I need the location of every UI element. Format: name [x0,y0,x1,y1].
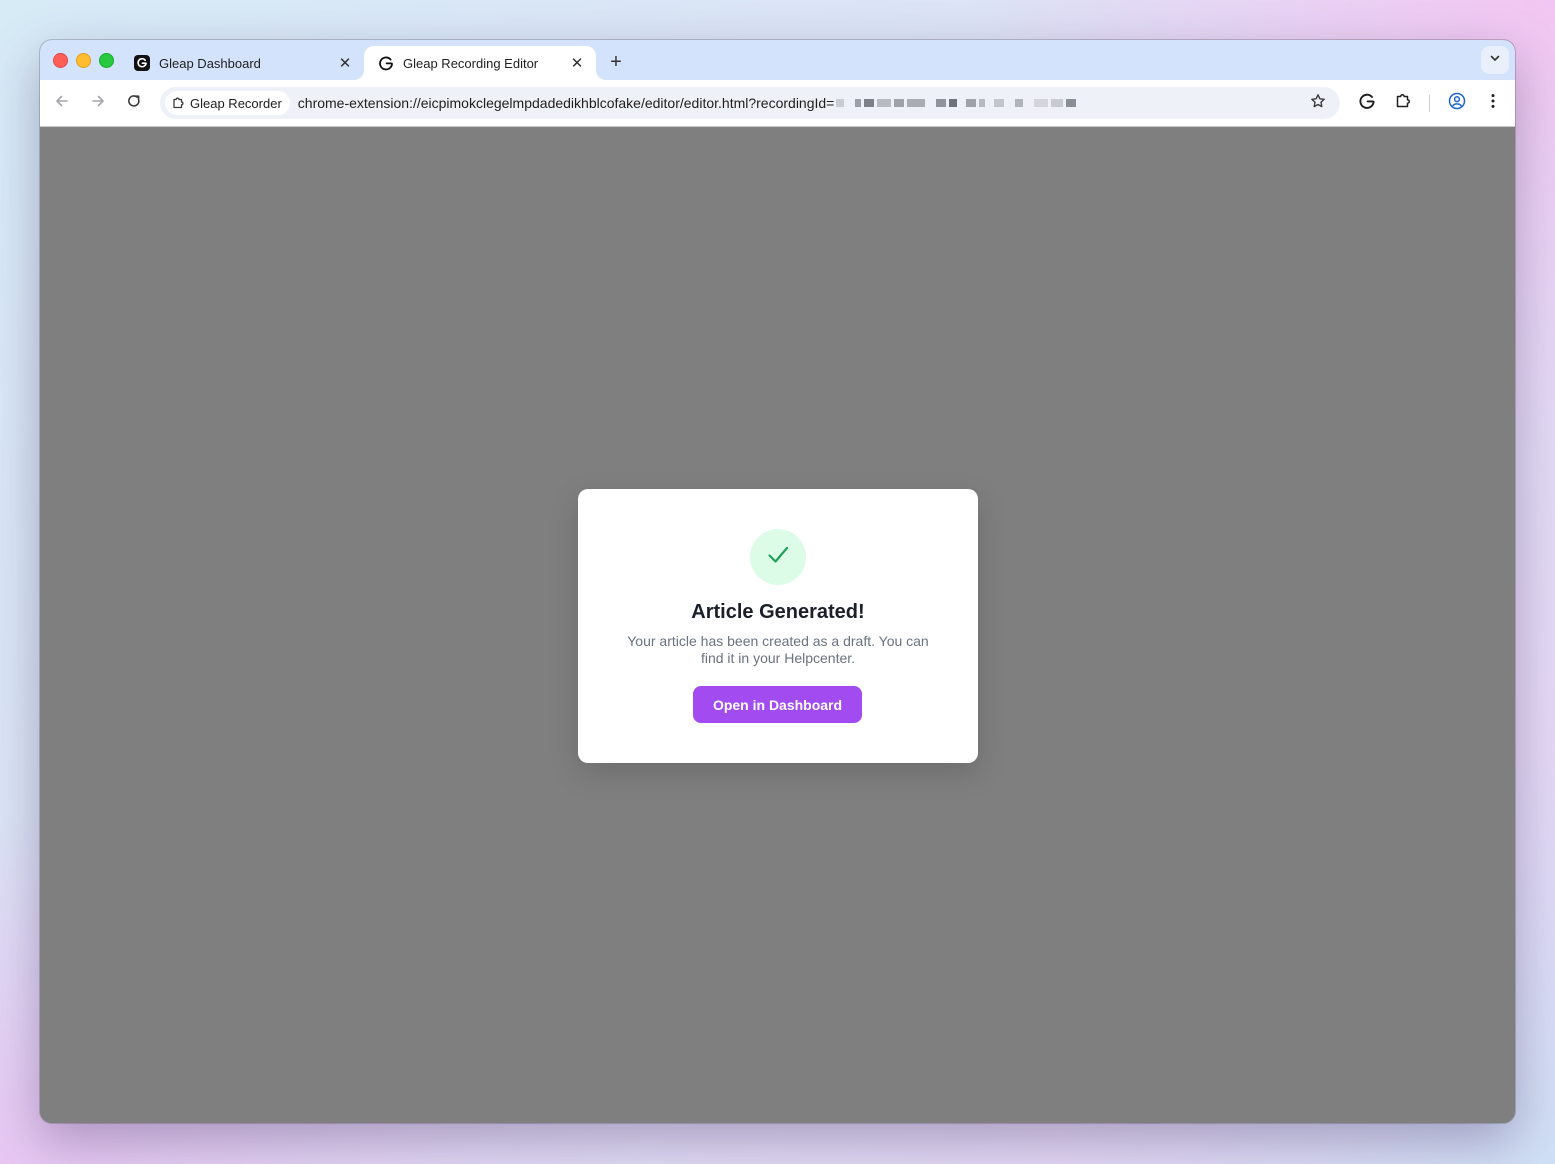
browser-window: Gleap Dashboard ✕ Gleap Recording Editor… [40,40,1515,1123]
arrow-left-icon [54,93,70,114]
success-dialog: Article Generated! Your article has been… [578,489,978,763]
more-vertical-icon [1484,92,1502,115]
star-icon [1310,93,1326,114]
toolbar-separator [1429,95,1430,112]
url-text: chrome-extension://eicpimokclegelmpdaded… [298,95,1077,111]
reload-button[interactable] [120,89,148,117]
page-overlay: Article Generated! Your article has been… [40,127,1515,1123]
bookmark-button[interactable] [1308,93,1328,113]
close-window-button[interactable] [53,53,68,68]
extensions-button[interactable] [1392,92,1414,114]
puzzle-icon [1394,92,1412,115]
close-tab-icon[interactable]: ✕ [568,54,586,72]
forward-button[interactable] [84,89,112,117]
minimize-window-button[interactable] [76,53,91,68]
reload-icon [126,93,142,114]
extension-chip[interactable]: Gleap Recorder [165,91,290,115]
puzzle-icon [171,96,185,110]
gleap-outline-logo-icon [378,55,394,71]
dialog-description: Your article has been created as a draft… [627,633,929,666]
dialog-title: Article Generated! [691,601,865,623]
success-badge [750,529,806,585]
tab-title: Gleap Dashboard [159,55,261,71]
address-bar[interactable]: Gleap Recorder chrome-extension://eicpim… [160,87,1340,119]
close-tab-icon[interactable]: ✕ [336,54,354,72]
browser-menu-button[interactable] [1482,92,1504,114]
gleap-logo-icon [134,55,150,71]
open-in-dashboard-button[interactable]: Open in Dashboard [693,686,862,723]
maximize-window-button[interactable] [99,53,114,68]
chevron-down-icon [1489,51,1501,69]
back-button[interactable] [48,89,76,117]
tab-title: Gleap Recording Editor [403,55,539,71]
extension-chip-label: Gleap Recorder [190,95,282,111]
tab-gleap-recording-editor[interactable]: Gleap Recording Editor ✕ [364,46,596,80]
browser-toolbar: Gleap Recorder chrome-extension://eicpim… [40,80,1515,127]
gleap-extension-button[interactable] [1356,92,1378,114]
redacted-recording-id [836,99,1077,107]
tab-strip: Gleap Dashboard ✕ Gleap Recording Editor… [40,40,1515,80]
gleap-outline-logo-icon [1358,92,1376,115]
tab-gleap-dashboard[interactable]: Gleap Dashboard ✕ [120,46,364,80]
arrow-right-icon [90,93,106,114]
checkmark-icon [765,542,791,573]
account-circle-icon [1448,92,1466,115]
url-value: chrome-extension://eicpimokclegelmpdaded… [297,95,835,111]
new-tab-button[interactable]: + [604,50,628,74]
profile-button[interactable] [1446,92,1468,114]
tab-search-button[interactable] [1481,46,1509,74]
